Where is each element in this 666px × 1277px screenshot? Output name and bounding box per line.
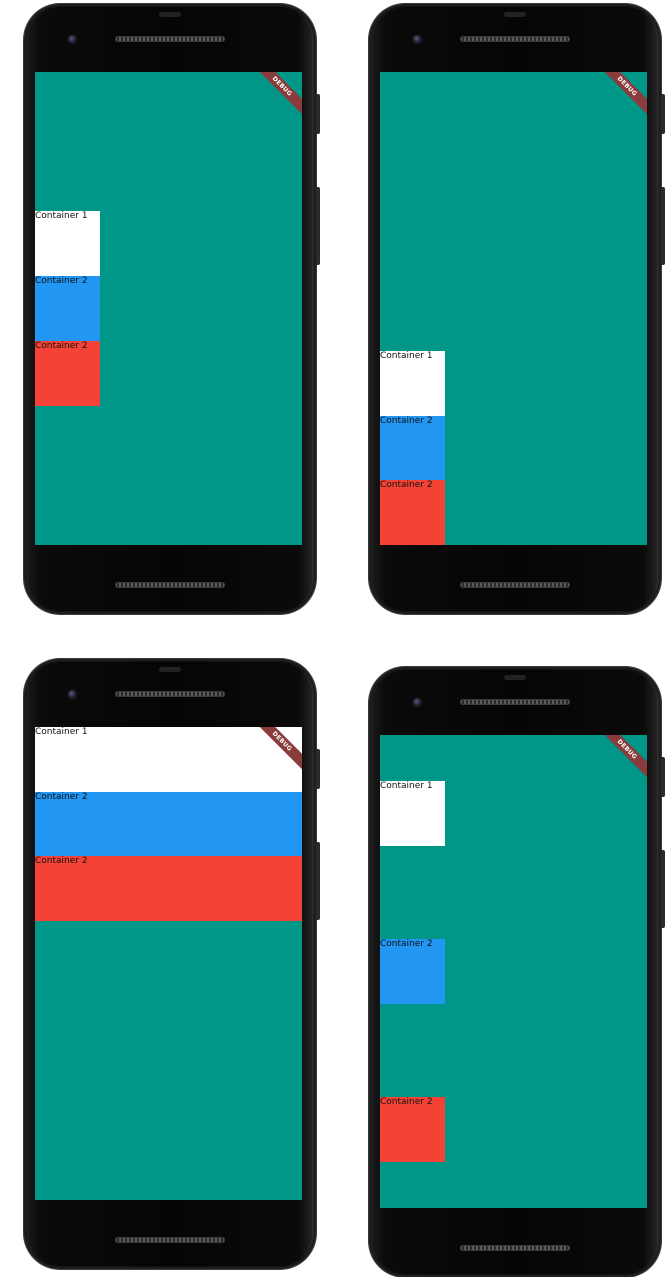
debug-banner: DEBUG xyxy=(595,72,647,118)
earpiece xyxy=(159,667,181,672)
earpiece xyxy=(504,675,526,680)
container-label: Container 2 xyxy=(35,792,88,802)
front-camera-icon xyxy=(68,35,77,44)
top-speaker-grille xyxy=(460,36,570,42)
container-2-red: Container 2 xyxy=(380,1097,445,1162)
container-label: Container 2 xyxy=(380,939,433,949)
top-speaker-grille xyxy=(115,691,225,697)
power-button xyxy=(316,94,320,134)
top-speaker-grille xyxy=(460,699,570,705)
container-label: Container 2 xyxy=(380,416,433,426)
phone-mockup-1: DEBUG Container 1 Container 2 Container … xyxy=(24,4,320,614)
container-1: Container 1 xyxy=(380,351,445,416)
container-2-blue: Container 2 xyxy=(35,276,100,341)
phone-mockup-3: Container 1 Container 2 Container 2 DEBU… xyxy=(24,659,320,1269)
container-label: Container 2 xyxy=(35,276,88,286)
app-screen: DEBUG Container 1 Container 2 Container … xyxy=(35,72,302,545)
app-screen: DEBUG Container 1 Container 2 Container … xyxy=(380,735,647,1208)
phone-mockup-2: DEBUG Container 1 Container 2 Container … xyxy=(369,4,665,614)
bottom-speaker-grille xyxy=(115,1237,225,1243)
app-screen: DEBUG Container 1 Container 2 Container … xyxy=(380,72,647,545)
debug-banner: DEBUG xyxy=(250,72,302,118)
front-camera-icon xyxy=(413,698,422,707)
earpiece xyxy=(504,12,526,17)
container-label: Container 2 xyxy=(380,1097,433,1107)
container-label: Container 2 xyxy=(35,341,88,351)
bottom-speaker-grille xyxy=(460,582,570,588)
container-label: Container 2 xyxy=(380,480,433,490)
container-2-red: Container 2 xyxy=(380,480,445,545)
container-2-blue: Container 2 xyxy=(35,792,302,857)
container-1: Container 1 xyxy=(35,211,100,276)
bottom-speaker-grille xyxy=(460,1245,570,1251)
power-button xyxy=(661,94,665,134)
debug-banner: DEBUG xyxy=(595,735,647,781)
phone-mockup-4: DEBUG Container 1 Container 2 Container … xyxy=(369,667,665,1277)
volume-button xyxy=(316,187,320,265)
power-button xyxy=(316,749,320,789)
container-2-blue: Container 2 xyxy=(380,416,445,481)
volume-button xyxy=(661,187,665,265)
volume-button xyxy=(316,842,320,920)
bottom-speaker-grille xyxy=(115,582,225,588)
front-camera-icon xyxy=(413,35,422,44)
container-label: Container 1 xyxy=(35,211,88,221)
container-2-red: Container 2 xyxy=(35,341,100,406)
container-2-blue: Container 2 xyxy=(380,939,445,1004)
container-1: Container 1 xyxy=(380,781,445,846)
power-button xyxy=(661,757,665,797)
volume-button xyxy=(661,850,665,928)
app-screen: Container 1 Container 2 Container 2 DEBU… xyxy=(35,727,302,1200)
top-speaker-grille xyxy=(115,36,225,42)
container-label: Container 1 xyxy=(380,351,433,361)
container-label: Container 2 xyxy=(35,856,88,866)
earpiece xyxy=(159,12,181,17)
container-label: Container 1 xyxy=(35,727,88,737)
front-camera-icon xyxy=(68,690,77,699)
container-2-red: Container 2 xyxy=(35,856,302,921)
container-label: Container 1 xyxy=(380,781,433,791)
container-1: Container 1 xyxy=(35,727,302,792)
